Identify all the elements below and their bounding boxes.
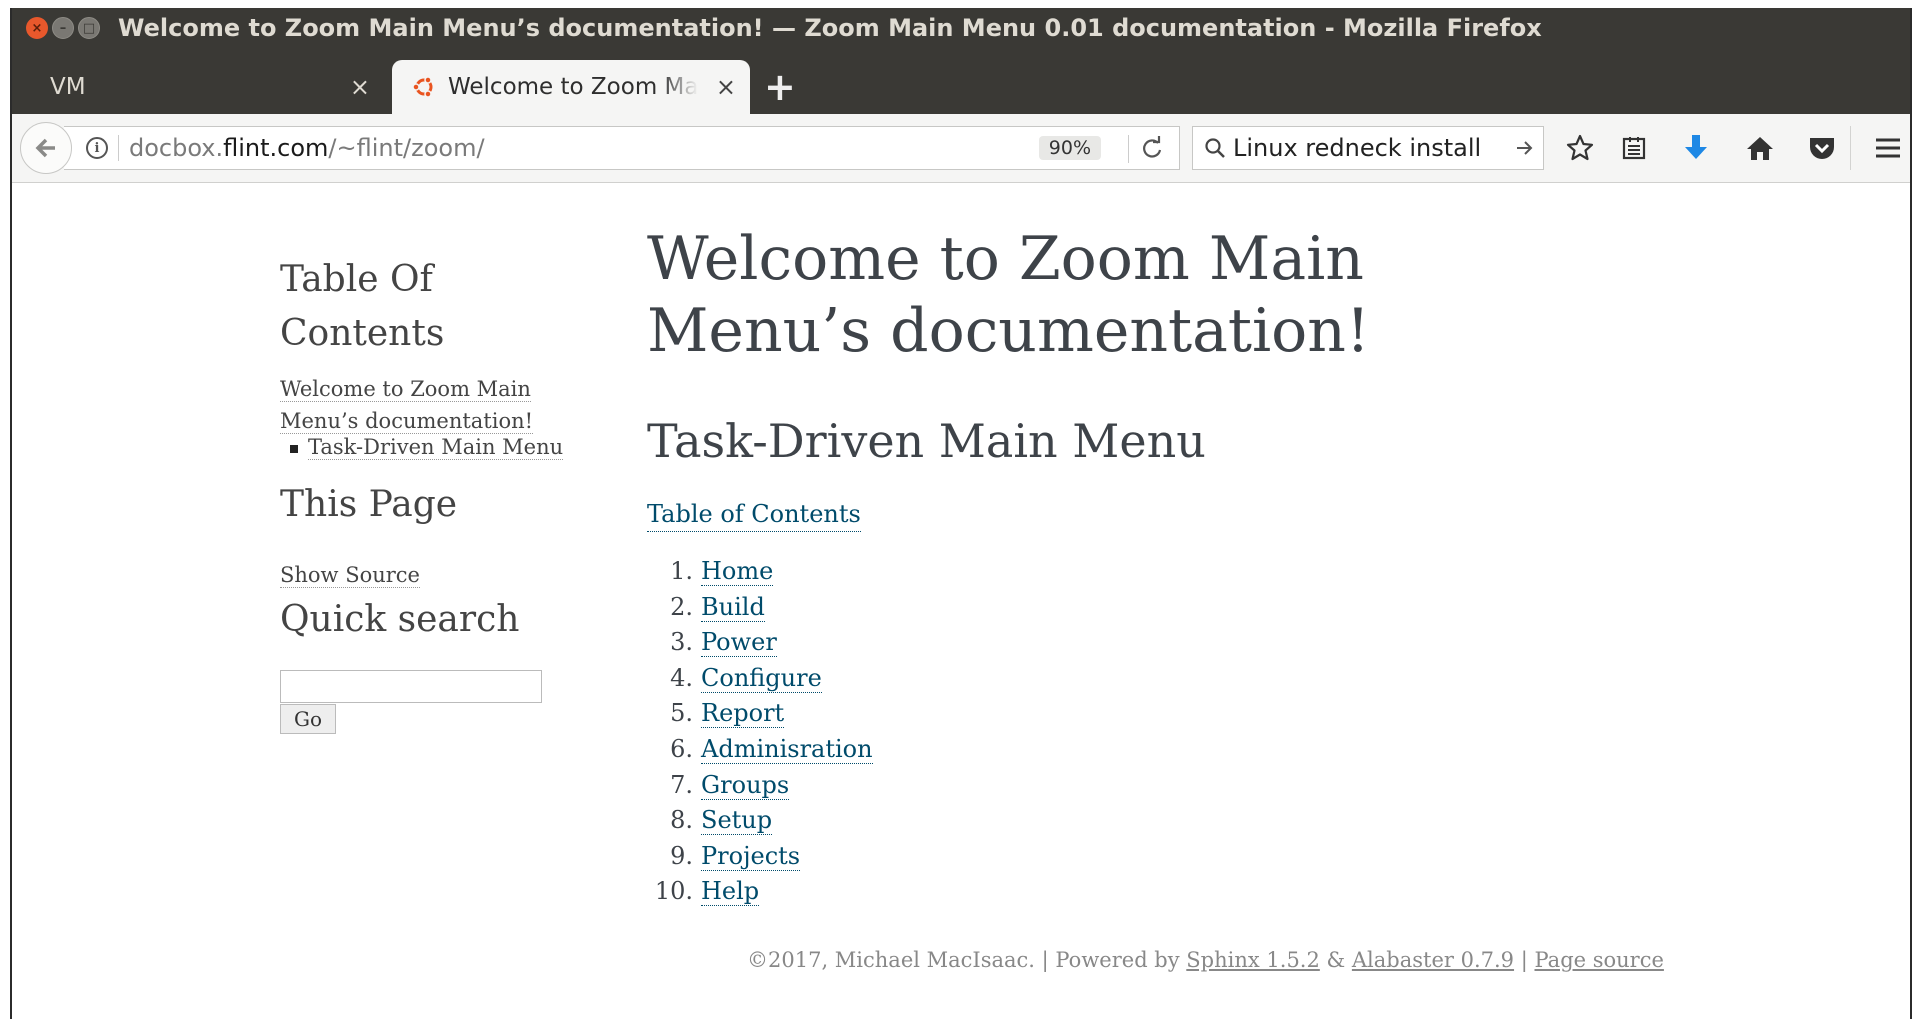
list-number: 10. <box>654 877 693 906</box>
page-title: Welcome to Zoom Main Menu’s documentatio… <box>647 224 1371 366</box>
list-number: 5. <box>670 699 693 728</box>
sidebar-link-task-driven[interactable]: Task-Driven Main Menu <box>308 435 564 460</box>
list-number: 1. <box>670 557 693 585</box>
sidebar-show-source: Show Source <box>280 563 420 588</box>
back-button[interactable] <box>20 122 72 174</box>
window-minimize-button[interactable]: – <box>52 17 74 39</box>
toolbar-divider <box>1850 126 1851 170</box>
sidebar-quick-search-heading: Quick search <box>280 599 520 640</box>
footer-amp: & <box>1319 948 1352 972</box>
list-item: 6. Adminisration <box>647 732 873 768</box>
pocket-icon[interactable] <box>1806 132 1838 164</box>
sidebar-toc-link[interactable]: Welcome to Zoom Main <box>280 377 531 402</box>
alabaster-link[interactable]: Alabaster 0.7.9 <box>1352 948 1514 972</box>
window-title: Welcome to Zoom Main Menu’s documentatio… <box>118 14 1542 42</box>
footer-copyright: ©2017, Michael MacIsaac. | Powered by <box>747 948 1187 972</box>
title-bar: × – □ Welcome to Zoom Main Menu’s docume… <box>12 8 1910 48</box>
navigation-toolbar: i docbox.flint.com/~flint/zoom/ 90% Linu… <box>12 114 1910 183</box>
list-number: 9. <box>670 841 693 870</box>
window-maximize-button[interactable]: □ <box>78 17 100 39</box>
url-divider <box>118 135 119 161</box>
list-number: 6. <box>670 734 693 763</box>
home-icon[interactable] <box>1744 132 1776 164</box>
toc-link-administration[interactable]: Adminisration <box>701 734 873 764</box>
list-item: 8. Setup <box>647 803 873 839</box>
search-bar[interactable]: Linux redneck install <box>1192 126 1544 170</box>
url-bar[interactable]: i docbox.flint.com/~flint/zoom/ 90% <box>64 126 1180 170</box>
list-item: 1. Home <box>647 554 873 590</box>
square-bullet-icon <box>290 444 298 453</box>
downloads-icon[interactable] <box>1680 132 1712 164</box>
new-tab-button[interactable]: + <box>764 68 796 106</box>
toc-link-setup[interactable]: Setup <box>701 806 773 836</box>
quick-search-input[interactable] <box>280 670 542 703</box>
bookmark-star-icon[interactable] <box>1564 132 1596 164</box>
list-item: 9. Projects <box>647 839 873 875</box>
section-title: Task-Driven Main Menu <box>647 414 1206 468</box>
list-number: 2. <box>670 592 693 621</box>
zoom-level-badge[interactable]: 90% <box>1038 136 1101 160</box>
toc-link-help[interactable]: Help <box>701 877 760 907</box>
sidebar-toc-heading: Table Of Contents <box>280 259 445 354</box>
hamburger-menu-icon[interactable] <box>1872 132 1904 164</box>
sphinx-link[interactable]: Sphinx 1.5.2 <box>1186 948 1320 972</box>
list-number: 7. <box>670 770 693 799</box>
list-item: 5. Report <box>647 696 873 732</box>
tab-close-icon[interactable]: × <box>716 73 736 101</box>
tab-label: VM <box>50 74 86 100</box>
tab-close-icon[interactable]: × <box>350 73 370 101</box>
reload-divider <box>1128 135 1129 163</box>
site-info-icon[interactable]: i <box>86 137 108 159</box>
reload-icon[interactable] <box>1139 131 1165 171</box>
tab-vm[interactable]: VM × <box>12 60 382 114</box>
toc-list: 1. Home 2. Build 3. Power 4. Configure 5. Rep… <box>647 554 873 910</box>
quick-search-go-button[interactable]: Go <box>280 704 336 734</box>
footer-separator: | <box>1514 948 1535 972</box>
toc-link-projects[interactable]: Projects <box>701 841 801 871</box>
search-go-icon[interactable] <box>1515 133 1535 169</box>
list-number: 4. <box>670 663 693 692</box>
url-prefix: docbox. <box>129 134 224 162</box>
sidebar-toc-subitem: Task-Driven Main Menu <box>290 435 564 460</box>
search-icon <box>1205 138 1225 158</box>
show-source-link[interactable]: Show Source <box>280 563 420 588</box>
list-item: 10. Help <box>647 874 873 910</box>
toc-link-power[interactable]: Power <box>701 628 777 658</box>
list-number: 3. <box>670 628 693 657</box>
footer: ©2017, Michael MacIsaac. | Powered by Sp… <box>747 948 1664 972</box>
toc-link-configure[interactable]: Configure <box>701 663 822 693</box>
bookmarks-list-icon[interactable] <box>1618 132 1650 164</box>
url-text[interactable]: docbox.flint.com/~flint/zoom/ <box>129 134 485 162</box>
toc-link-home[interactable]: Home <box>701 557 774 586</box>
page-source-link[interactable]: Page source <box>1534 948 1663 972</box>
toc-caption-link[interactable]: Table of Contents <box>647 497 861 532</box>
list-item: 2. Build <box>647 590 873 626</box>
window-close-button[interactable]: × <box>26 17 48 39</box>
list-item: 4. Configure <box>647 661 873 697</box>
list-item: 3. Power <box>647 625 873 661</box>
browser-window: × – □ Welcome to Zoom Main Menu’s docume… <box>10 8 1912 1019</box>
tab-zoom-docs[interactable]: Welcome to Zoom Main Menu’s documentatio… <box>392 60 750 114</box>
page-content: Table Of Contents Welcome to Zoom Main M… <box>12 183 1910 1019</box>
list-item: 7. Groups <box>647 768 873 804</box>
toc-link-report[interactable]: Report <box>701 699 785 729</box>
list-number: 8. <box>670 806 693 835</box>
url-host: flint.com <box>223 134 329 162</box>
sidebar-this-page-heading: This Page <box>280 484 458 525</box>
tab-label: Welcome to Zoom Main Menu’s documentatio… <box>448 74 698 100</box>
toc-link-build[interactable]: Build <box>701 592 765 622</box>
ubuntu-favicon-icon <box>412 76 433 98</box>
tab-strip: VM × Welcome to Zoom Main Menu’s documen… <box>12 48 1910 114</box>
url-path: /~flint/zoom/ <box>328 134 485 162</box>
back-arrow-icon <box>35 138 55 158</box>
search-input[interactable]: Linux redneck install <box>1233 134 1481 162</box>
sidebar-toc-link-cont[interactable]: Menu’s documentation! <box>280 409 534 434</box>
sidebar-toc-link-block: Welcome to Zoom Main Menu’s documentatio… <box>280 373 534 437</box>
toc-link-groups[interactable]: Groups <box>701 770 790 800</box>
